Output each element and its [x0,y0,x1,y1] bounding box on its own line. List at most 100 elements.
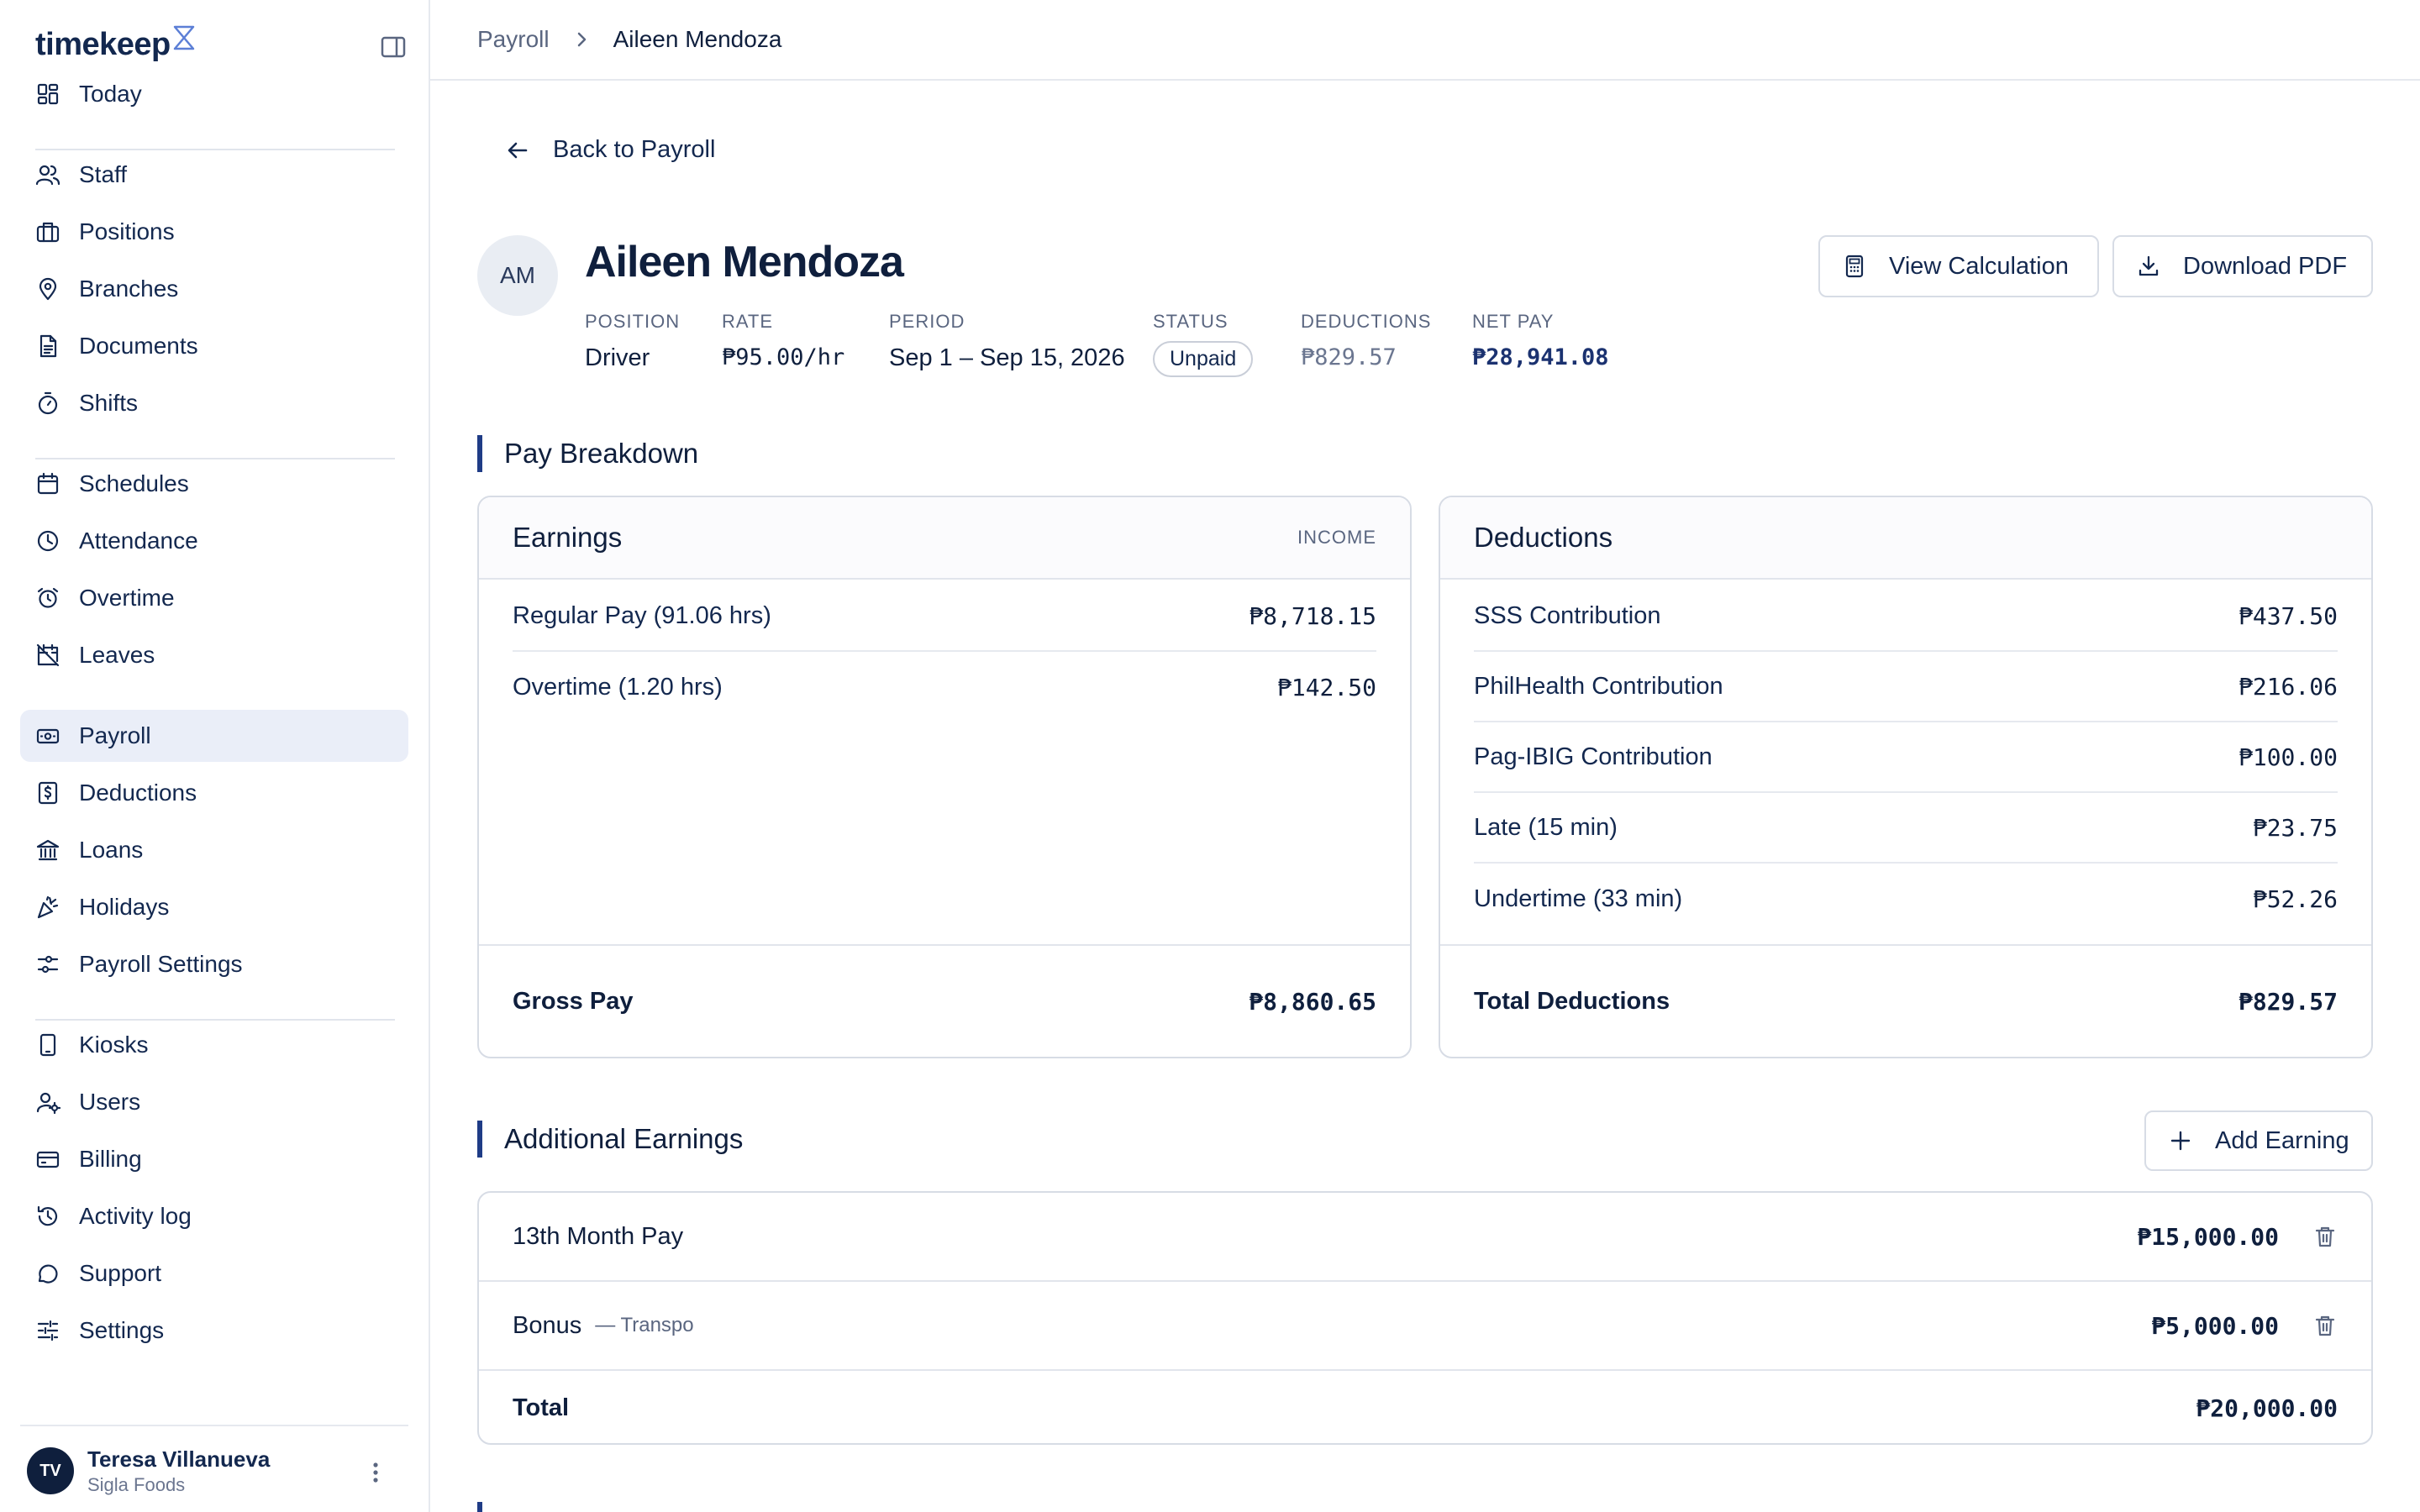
user-profile[interactable]: TV Teresa Villanueva Sigla Foods [20,1425,408,1502]
sidebar-item-users[interactable]: Users [20,1076,408,1128]
sidebar-item-documents[interactable]: Documents [20,320,408,372]
more-vertical-icon[interactable] [363,1460,388,1485]
sidebar-item-schedules[interactable]: Schedules [20,458,408,510]
additional-earnings-card: 13th Month Pay ₱15,000.00 Bonus — Transpo ₱5… [477,1191,2373,1445]
sidebar-item-label: Staff [79,161,128,187]
meta-label: RATE [722,311,774,332]
sidebar-item-label: Support [79,1260,162,1286]
calculator-icon [1845,255,1864,278]
meta-status: STATUS Unpaid [1153,311,1254,377]
meta-net-pay: NET PAY ₱28,941.08 [1472,311,1609,370]
total-label: Gross Pay [513,987,634,1015]
earning-amount: ₱5,000.00 [2151,1311,2279,1340]
add-earning-button[interactable]: Add Earning [2144,1110,2373,1171]
meta-rate: RATE ₱95.00/hr [722,311,844,370]
sidebar-item-label: Leaves [79,642,155,668]
line-item-row: PhilHealth Contribution ₱216.06 [1474,652,2338,722]
sidebar-item-support[interactable]: Support [20,1247,408,1299]
users-icon [35,165,60,186]
chat-icon [38,1264,58,1284]
sidebar-item-label: Today [79,81,142,107]
sidebar-item-positions[interactable]: Positions [20,206,408,258]
breadcrumb-parent[interactable]: Payroll [477,26,550,53]
meta-value: Sep 1 – Sep 15, 2026 [889,344,1125,371]
view-calculation-button[interactable]: View Calculation [1818,235,2099,297]
sidebar-item-label: Positions [79,218,175,244]
employee-avatar: AM [477,235,558,316]
sidebar-item-label: Branches [79,276,179,302]
sidebar-toggle-icon[interactable] [380,34,407,60]
sidebar-item-loans[interactable]: Loans [20,824,408,876]
download-icon [2139,255,2159,276]
sidebar-item-payroll-settings[interactable]: Payroll Settings [20,938,408,990]
total-amount: ₱829.57 [2238,987,2338,1016]
line-item-row: SSS Contribution ₱437.50 [1474,581,2338,652]
gross-pay-row: Gross Pay ₱8,860.65 [479,944,1410,1057]
total-amount: ₱20,000.00 [2196,1394,2338,1422]
pay-breakdown-title: Pay Breakdown [477,435,698,472]
sidebar-item-leaves[interactable]: Leaves [20,629,408,681]
page-title: Aileen Mendoza [585,238,904,286]
additional-earning-row: Bonus — Transpo ₱5,000.00 [479,1282,2371,1371]
clock-icon [37,530,59,552]
arrow-left-icon [508,142,528,158]
sidebar-item-label: Overtime [79,585,175,611]
total-deductions-row: Total Deductions ₱829.57 [1440,944,2371,1057]
sidebar-item-attendance[interactable]: Attendance [20,515,408,567]
line-item-label: Overtime (1.20 hrs) [513,673,723,701]
document-icon [39,334,57,358]
sidebar-item-branches[interactable]: Branches [20,263,408,315]
meta-position: POSITION Driver [585,311,680,372]
sidebar-item-settings[interactable]: Settings [20,1305,408,1357]
avatar: TV [27,1447,74,1494]
sidebar-item-label: Activity log [79,1203,192,1229]
meta-value: ₱95.00/hr [722,344,845,370]
line-item-amount: ₱100.00 [2238,743,2338,771]
status-badge: Unpaid [1153,341,1254,377]
sidebar-item-overtime[interactable]: Overtime [20,572,408,624]
card-title: Earnings [513,522,623,553]
map-pin-icon [39,277,57,301]
line-item-amount: ₱437.50 [2238,601,2338,630]
sidebar-item-billing[interactable]: Billing [20,1133,408,1185]
sidebar-item-deductions[interactable]: Deductions [20,767,408,819]
sidebar-item-holidays[interactable]: Holidays [20,881,408,933]
sidebar-item-label: Holidays [79,894,170,920]
sidebar-item-shifts[interactable]: Shifts [20,377,408,429]
receipt-dollar-icon [38,781,58,805]
meta-label: DEDUCTIONS [1301,311,1432,332]
user-cog-icon [36,1092,60,1115]
sidebar-item-kiosks[interactable]: Kiosks [20,1019,408,1071]
line-item-label: Pag-IBIG Contribution [1474,743,1712,770]
settings-sliders-icon [37,1320,59,1341]
total-label: Total [513,1394,570,1421]
brand-logo[interactable]: timekeep [35,25,196,63]
trash-icon[interactable] [2312,1224,2338,1249]
additional-total-row: Total ₱20,000.00 [479,1371,2371,1443]
breadcrumb-current: Aileen Mendoza [613,26,782,52]
download-pdf-button[interactable]: Download PDF [2112,235,2373,297]
credit-card-icon [36,1151,60,1168]
sidebar-item-payroll[interactable]: Payroll [20,710,408,762]
sidebar-item-today[interactable]: Today [20,68,408,120]
meta-label: PERIOD [889,311,965,332]
party-icon [37,895,59,919]
banknote-icon [36,728,60,744]
line-item-amount: ₱8,718.15 [1249,601,1376,630]
meta-value: ₱829.57 [1301,344,1397,370]
line-item-amount: ₱142.50 [1276,673,1376,701]
back-link[interactable]: Back to Payroll [477,136,715,164]
trash-icon[interactable] [2312,1313,2338,1338]
card-title: Deductions [1474,522,1613,553]
sidebar-item-activity-log[interactable]: Activity log [20,1190,408,1242]
sidebar-item-label: Loans [79,837,144,863]
button-label: View Calculation [1889,252,2069,280]
sidebar-item-staff[interactable]: Staff [20,149,408,201]
sidebar: timekeep Today Staff Positions Branches Docu… [0,0,430,1512]
total-label: Total Deductions [1474,987,1670,1015]
sidebar-item-label: Payroll [79,722,151,748]
timer-icon [38,391,58,415]
bank-icon [36,839,60,861]
earning-note: — Transpo [595,1314,694,1336]
sidebar-item-label: Billing [79,1146,142,1172]
